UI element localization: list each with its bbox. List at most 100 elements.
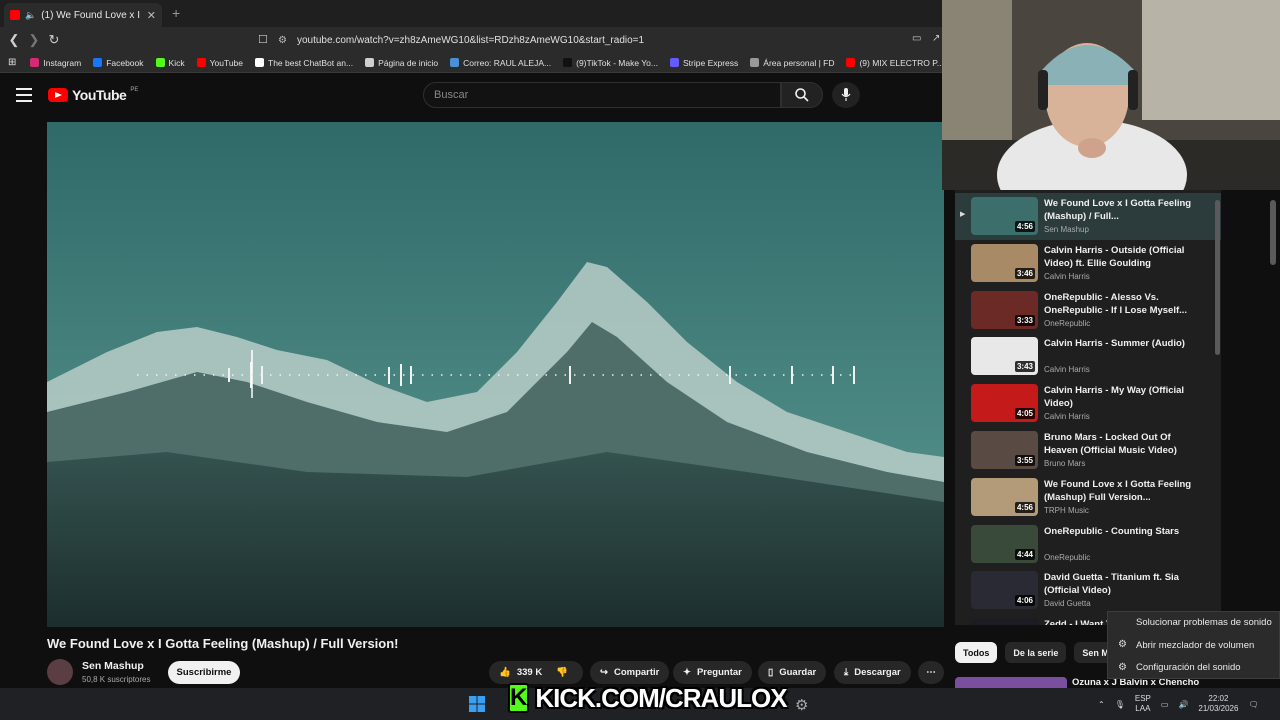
url-text: youtube.com/watch?v=zh8zAmeWG10&list=RDz…	[296, 34, 645, 46]
bookmark-item[interactable]: (9)TikTok - Make Yo...	[563, 58, 658, 68]
playlist-item[interactable]: 4:05 Calvin Harris - My Way (Official Vid…	[955, 380, 1221, 427]
playlist-thumbnail[interactable]: 3:46	[971, 243, 1038, 282]
page-scrollbar[interactable]	[1270, 200, 1276, 265]
dislike-icon[interactable]: 👎	[556, 667, 568, 678]
bookmark-label: The best ChatBot an...	[268, 57, 354, 68]
bookmark-item[interactable]: Stripe Express	[670, 58, 738, 68]
tray-mic-icon[interactable]: 🎙	[1115, 700, 1125, 709]
playlist-thumbnail[interactable]: 4:56	[971, 477, 1038, 516]
bookmark-label: (9)TikTok - Make Yo...	[576, 57, 658, 68]
channel-avatar[interactable]	[47, 659, 73, 685]
reload-icon[interactable]: ↻	[44, 32, 64, 48]
playlist-thumbnail[interactable]: 4:06	[971, 571, 1038, 610]
channel-name[interactable]: Sen Mashup	[82, 660, 144, 672]
bookmark-item[interactable]: Facebook	[93, 58, 144, 68]
search-input[interactable]: Buscar	[423, 82, 781, 108]
bookmark-favicon-icon	[255, 58, 264, 67]
system-tray: ⌃ 🎙 ESP LAA ▭ 🔊 22:02 21/03/2026 🗨	[1098, 690, 1259, 718]
sparkle-icon: ✦	[683, 667, 691, 678]
playlist-thumbnail[interactable]: 4:05	[971, 384, 1038, 423]
bookmark-item[interactable]: The best ChatBot an...	[255, 58, 353, 68]
bookmark-favicon-icon	[750, 58, 760, 67]
youtube-play-icon	[48, 88, 68, 102]
save-label: Guardar	[779, 667, 817, 678]
download-button[interactable]: ⤓ Descargar	[834, 661, 911, 684]
playlist-thumbnail[interactable]: 3:33	[971, 290, 1038, 329]
playlist-item[interactable]: 3:43 Calvin Harris - Summer (Audio) Calvin…	[955, 333, 1221, 380]
download-label: Descargar	[854, 667, 901, 678]
bookmark-star-icon[interactable]: ☐	[258, 33, 268, 46]
bookmarks-bar: ⊞ Instagram Facebook Kick YouTube The best C…	[0, 53, 942, 73]
share-page-icon[interactable]: ↗	[932, 33, 940, 44]
bookmark-item[interactable]: Correo: RAUL ALEJA...	[450, 58, 551, 68]
playlist-item-title: Bruno Mars - Locked Out Of Heaven (Offic…	[1044, 432, 1177, 456]
hamburger-menu-icon[interactable]	[16, 88, 32, 102]
bookmark-item[interactable]: YouTube	[196, 58, 243, 68]
forward-icon[interactable]: ❯	[24, 32, 44, 48]
playlist-scrollbar[interactable]	[1215, 200, 1220, 355]
volume-icon[interactable]: 🔊	[1178, 700, 1188, 709]
youtube-logo[interactable]: YouTube PE	[48, 87, 138, 103]
input-language[interactable]: ESP LAA	[1135, 694, 1151, 714]
kick-banner-text: KICK.COM/CRAULOX	[535, 682, 787, 713]
playlist-item-channel: Calvin Harris	[1044, 365, 1090, 375]
search-button[interactable]	[781, 82, 823, 108]
playlist-thumbnail[interactable]: 4:44	[971, 524, 1038, 563]
like-count[interactable]: 339 K	[517, 667, 542, 678]
site-info-icon[interactable]: ⚙	[278, 35, 287, 46]
bookmark-item[interactable]: (9) MIX ELECTRO P...	[846, 58, 942, 68]
apps-grid-icon[interactable]: ⊞	[8, 57, 16, 68]
new-tab-button[interactable]: +	[172, 5, 180, 21]
playlist-thumbnail[interactable]: 3:55	[971, 431, 1038, 469]
voice-search-button[interactable]	[832, 82, 860, 108]
back-icon[interactable]: ❮	[4, 32, 24, 48]
browser-tab[interactable]: 🔈 (1) We Found Love x I Gotta F ✕	[4, 3, 162, 27]
bookmark-favicon-icon	[196, 58, 206, 67]
bookmark-favicon-icon	[93, 58, 103, 67]
bookmark-item[interactable]: Página de inicio	[365, 58, 438, 68]
menu-item-mixer[interactable]: Abrir mezclador de volumen	[1136, 640, 1254, 651]
address-bar[interactable]: ⚙ youtube.com/watch?v=zh8zAmeWG10&list=R…	[278, 30, 938, 50]
notifications-icon[interactable]: 🗨	[1248, 700, 1258, 709]
playlist-item[interactable]: 3:46 Calvin Harris - Outside (Official Vi…	[955, 240, 1221, 287]
playlist-thumbnail[interactable]: 3:43	[971, 337, 1038, 376]
playlist-item[interactable]: 4:06 David Guetta - Titanium ft. Sia (Off…	[955, 567, 1221, 614]
speaker-icon: 🔈	[25, 9, 37, 20]
country-code: PE	[130, 87, 139, 93]
playlist-item[interactable]: 4:56 We Found Love x I Gotta Feeling (Mas…	[955, 474, 1221, 521]
menu-item-sound-settings[interactable]: Configuración del sonido	[1136, 662, 1241, 673]
more-actions-button[interactable]: ⋯	[918, 661, 944, 684]
cast-icon[interactable]: ▭	[912, 33, 921, 44]
settings-gear-icon[interactable]: ⚙	[795, 696, 808, 714]
playlist-item-channel: TRPH Music	[1044, 505, 1089, 515]
next-thumbnail[interactable]	[955, 677, 1067, 688]
tray-clock[interactable]: 22:02 21/03/2026	[1198, 694, 1238, 714]
close-tab-icon[interactable]: ✕	[147, 9, 156, 22]
menu-item-troubleshoot[interactable]: Solucionar problemas de sonido	[1136, 617, 1272, 628]
playlist-item-channel: David Guetta	[1044, 599, 1091, 609]
bookmark-item[interactable]: Kick	[155, 58, 185, 68]
playlist-item[interactable]: 3:33 OneRepublic - Alesso Vs. OneRepublic…	[955, 287, 1221, 334]
playlist-item[interactable]: 4:44 OneRepublic - Counting Stars OneRepub…	[955, 521, 1221, 568]
playlist-thumbnail[interactable]: 4:56	[971, 197, 1038, 235]
playlist-item[interactable]: ▶ 4:56 We Found Love x I Gotta Feeling (Ma…	[955, 193, 1221, 240]
like-icon[interactable]: 👍	[499, 667, 511, 678]
sound-context-menu: Solucionar problemas de sonido ⚙ Abrir m…	[1107, 611, 1280, 679]
youtube-favicon-icon	[10, 10, 20, 20]
windows-start-icon[interactable]	[469, 696, 485, 712]
playlist-thumbnail[interactable]	[971, 618, 1038, 625]
playlist-item-title: Calvin Harris - Summer (Audio)	[1044, 338, 1185, 350]
network-icon[interactable]: ▭	[1161, 700, 1169, 709]
subscribe-button[interactable]: Suscribirme	[168, 661, 240, 684]
filter-chip[interactable]: Todos	[955, 642, 998, 663]
tray-overflow-icon[interactable]: ⌃	[1098, 700, 1105, 709]
webcam-image	[942, 0, 1280, 190]
bookmark-favicon-icon	[30, 58, 40, 67]
bookmark-item[interactable]: Área personal | FD	[750, 58, 834, 68]
bookmark-item[interactable]: Instagram	[30, 58, 81, 68]
filter-chip[interactable]: De la serie	[1005, 642, 1067, 663]
video-player[interactable]	[47, 122, 944, 627]
playlist-item-channel: OneRepublic	[1044, 552, 1091, 562]
playlist-item[interactable]: 3:55 Bruno Mars - Locked Out Of Heaven (O…	[955, 427, 1221, 474]
filter-chips: Todos De la serie Sen Ma	[955, 642, 1122, 663]
